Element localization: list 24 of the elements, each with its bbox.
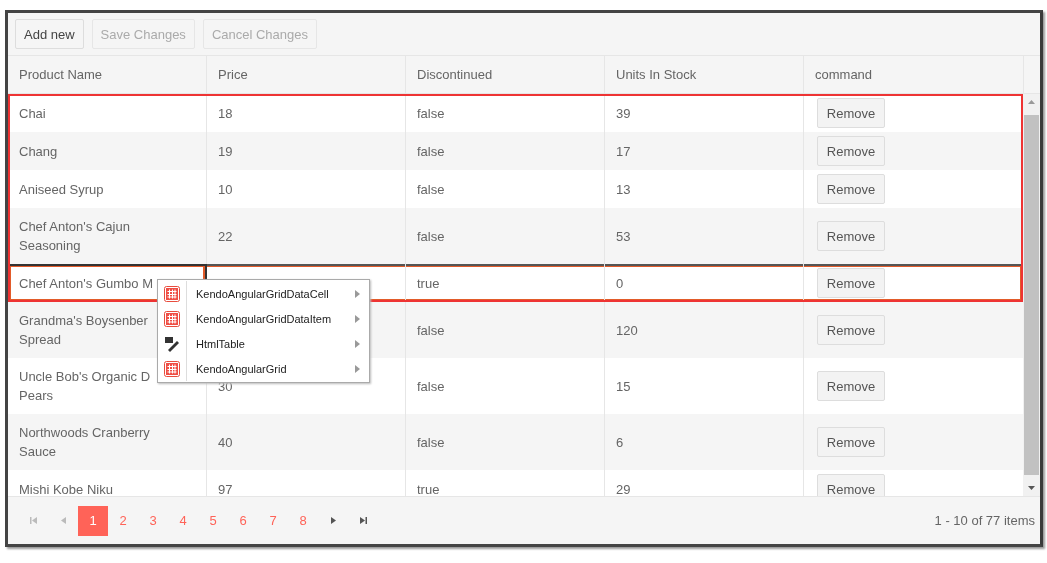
remove-button[interactable]: Remove [817,174,885,204]
toolbar-button[interactable]: Add new [15,19,84,49]
remove-button[interactable]: Remove [817,427,885,457]
page-link[interactable]: 1 [78,505,108,536]
scrollbar[interactable] [1023,94,1040,496]
column-header[interactable]: Product Name [19,67,103,82]
remove-button[interactable]: Remove [817,371,885,401]
grid-icon [164,285,180,302]
grid-icon [164,360,180,377]
column-header[interactable]: Discontinued [417,67,493,82]
scroll-thumb[interactable] [1024,115,1039,475]
remove-button[interactable]: Remove [817,474,885,496]
column-header[interactable]: command [815,67,873,82]
remove-button[interactable]: Remove [817,315,885,345]
pager-info: 1 - 10 of 77 items [934,513,1035,528]
column-header[interactable]: Units In Stock [616,67,697,82]
remove-button[interactable]: Remove [817,221,885,251]
column-header[interactable]: Price [218,67,248,82]
remove-button[interactable]: Remove [817,136,885,166]
grid-icon [164,310,180,327]
pencil-icon [164,335,180,352]
table-cell: Chef Anton's Cajun Seasoning [8,208,207,264]
remove-button[interactable]: Remove [817,268,885,298]
remove-button[interactable]: Remove [817,98,885,128]
